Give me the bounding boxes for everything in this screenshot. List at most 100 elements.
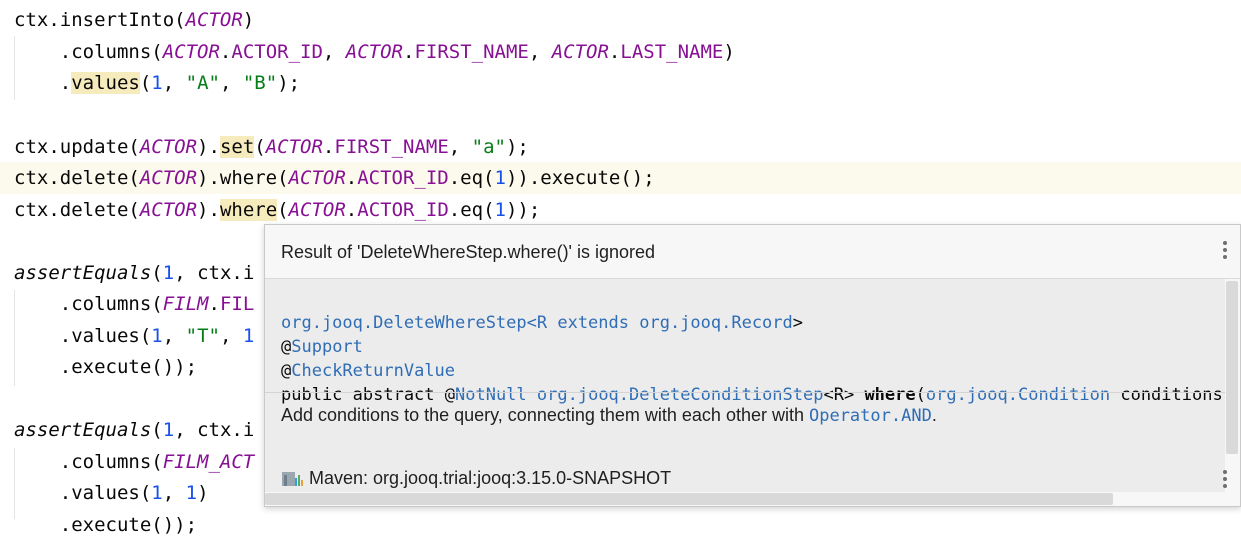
code-token: "A" xyxy=(185,72,220,94)
code-token: ( xyxy=(151,419,163,441)
code-token: FIRST_NAME xyxy=(414,41,529,63)
code-token: ) xyxy=(242,9,255,31)
code-token: , xyxy=(162,325,186,347)
code-token: ctx.update( xyxy=(14,136,140,158)
description-text: . xyxy=(931,405,937,425)
code-token: ctx.insertInto( xyxy=(14,9,186,31)
code-token: ( xyxy=(277,199,289,221)
code-text: .columns(ACTOR.ACTOR_ID, ACTOR.FIRST_NAM… xyxy=(14,36,735,68)
record-link[interactable]: org.jooq.Record xyxy=(639,313,793,333)
sig-text: @ xyxy=(281,337,292,357)
code-token: ACTOR xyxy=(185,9,243,31)
code-line[interactable]: ctx.insertInto(ACTOR) xyxy=(0,4,1241,36)
code-token: .eq( xyxy=(448,199,495,221)
code-token: . xyxy=(219,41,232,63)
code-token: "T" xyxy=(185,325,220,347)
sig-text: > xyxy=(792,313,804,333)
inspection-title: Result of 'DeleteWhereStep.where()' is i… xyxy=(281,242,656,262)
code-token: ); xyxy=(505,136,529,158)
method-description: Add conditions to the query, connecting … xyxy=(281,400,937,431)
ignored-result-warning: set xyxy=(219,136,255,158)
description-text: Add conditions to the query, connecting … xyxy=(281,405,809,425)
code-text: ctx.insertInto(ACTOR) xyxy=(14,4,254,36)
code-token: FILM_ACT xyxy=(162,451,255,473)
popup-body: org.jooq.DeleteWhereStep<R extends org.j… xyxy=(265,279,1225,492)
code-token: , xyxy=(322,41,346,63)
code-line[interactable]: ctx.delete(ACTOR).where(ACTOR.ACTOR_ID.e… xyxy=(0,162,1241,194)
code-line[interactable]: .execute()); xyxy=(0,509,1241,541)
code-token: , xyxy=(162,72,186,94)
code-line[interactable]: ctx.delete(ACTOR).where(ACTOR.ACTOR_ID.e… xyxy=(0,194,1241,226)
library-icon xyxy=(282,472,303,487)
support-annotation-link[interactable]: Support xyxy=(291,337,363,357)
code-token: 1 xyxy=(162,262,175,284)
code-token: ACTOR_ID xyxy=(357,167,449,189)
code-token: . xyxy=(14,72,72,94)
code-token: ) xyxy=(723,41,735,63)
library-footer: Maven: org.jooq.trial:jooq:3.15.0-SNAPSH… xyxy=(281,463,671,492)
sig-text: conditions) xyxy=(1110,385,1225,405)
code-token: 1 xyxy=(242,325,255,347)
code-token: FIRST_NAME xyxy=(334,136,449,158)
code-token: 1 xyxy=(151,482,163,504)
code-token: ( xyxy=(151,262,163,284)
code-token: ).where( xyxy=(197,167,289,189)
code-token: ) xyxy=(197,482,209,504)
code-token: , xyxy=(219,325,243,347)
code-token: ACTOR xyxy=(139,167,198,189)
code-text: ctx.update(ACTOR).set(ACTOR.FIRST_NAME, … xyxy=(14,131,529,163)
code-line[interactable]: .columns(ACTOR.ACTOR_ID, ACTOR.FIRST_NAM… xyxy=(0,36,1241,68)
maven-coordinates: Maven: org.jooq.trial:jooq:3.15.0-SNAPSH… xyxy=(309,468,672,488)
code-token: ACTOR xyxy=(288,167,346,189)
code-token: ACTOR_ID xyxy=(231,41,323,63)
indent-guide xyxy=(14,448,15,519)
code-line[interactable]: .values(1, "A", "B"); xyxy=(0,67,1241,99)
checkreturnvalue-annotation-link[interactable]: CheckReturnValue xyxy=(291,361,455,381)
code-text: ctx.delete(ACTOR).where(ACTOR.ACTOR_ID.e… xyxy=(14,194,540,226)
code-line[interactable]: ctx.update(ACTOR).set(ACTOR.FIRST_NAME, … xyxy=(0,131,1241,163)
code-token: . xyxy=(345,167,358,189)
code-token: . xyxy=(208,293,220,315)
code-token: , xyxy=(528,41,552,63)
class-link[interactable]: org.jooq.DeleteWhereStep xyxy=(281,313,527,333)
code-token: "B" xyxy=(242,72,278,94)
footer-options-icon[interactable] xyxy=(1222,470,1228,492)
indent-guide xyxy=(14,290,15,386)
code-token: ACTOR xyxy=(139,136,198,158)
code-token: ( xyxy=(139,72,152,94)
code-text: .execute()); xyxy=(14,351,197,383)
condition-link[interactable]: org.jooq.Condition xyxy=(926,385,1110,405)
code-token: assertEquals xyxy=(14,262,152,284)
documentation-popup: Result of 'DeleteWhereStep.where()' is i… xyxy=(264,224,1241,507)
code-token: .eq( xyxy=(448,167,495,189)
code-line[interactable] xyxy=(0,99,1241,131)
code-token: ACTOR xyxy=(551,41,609,63)
code-text: assertEquals(1, ctx.i xyxy=(14,414,254,446)
code-text: .execute()); xyxy=(14,509,197,541)
code-token: .columns( xyxy=(14,451,163,473)
code-token: 1 xyxy=(494,167,506,189)
vertical-scrollbar[interactable] xyxy=(1226,281,1238,454)
code-token: FIL xyxy=(219,293,255,315)
code-token: ( xyxy=(254,136,266,158)
ignored-result-warning: where xyxy=(219,199,278,221)
code-token: 1 xyxy=(185,482,198,504)
code-token: 1 xyxy=(162,419,175,441)
code-token: . xyxy=(345,199,358,221)
more-options-icon[interactable] xyxy=(1222,241,1228,263)
code-token: , ctx.i xyxy=(174,262,255,284)
code-token: . xyxy=(402,41,415,63)
method-signature: org.jooq.DeleteWhereStep<R extends org.j… xyxy=(281,287,1225,407)
code-token: . xyxy=(608,41,621,63)
code-token: "a" xyxy=(471,136,506,158)
code-token: , xyxy=(219,72,243,94)
code-token: 1 xyxy=(151,325,163,347)
code-token: ctx.delete( xyxy=(14,167,140,189)
code-token: LAST_NAME xyxy=(620,41,724,63)
divider xyxy=(265,392,1225,393)
code-token: ACTOR xyxy=(265,136,323,158)
operator-and-link[interactable]: Operator.AND xyxy=(809,406,932,426)
code-token: ACTOR xyxy=(288,199,346,221)
code-token: )).execute(); xyxy=(505,167,655,189)
horizontal-scrollbar[interactable] xyxy=(265,493,1113,505)
